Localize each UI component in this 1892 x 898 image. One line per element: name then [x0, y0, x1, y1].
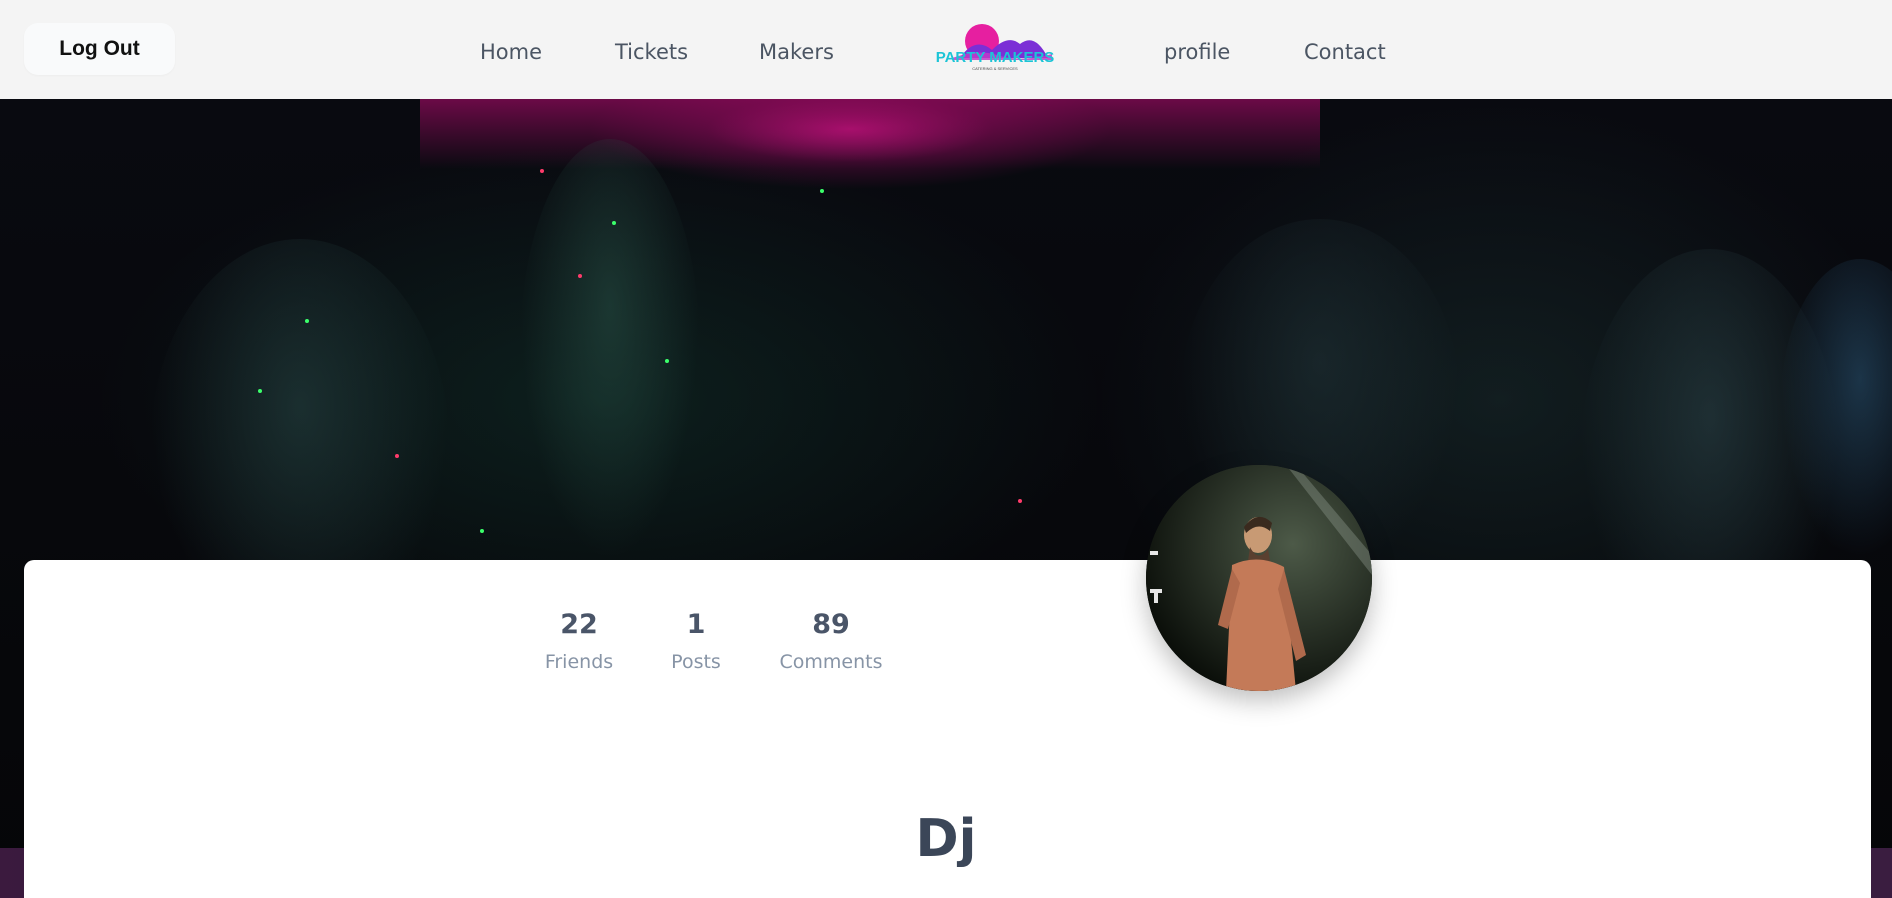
laser-dot — [612, 221, 616, 225]
laser-dot — [395, 454, 399, 458]
profile-avatar[interactable] — [1146, 465, 1372, 691]
laser-dot — [258, 389, 262, 393]
nav-link-tickets[interactable]: Tickets — [615, 38, 688, 66]
nav-link-home[interactable]: Home — [480, 38, 542, 66]
stat-label: Comments — [779, 651, 883, 673]
laser-dot — [540, 169, 544, 173]
laser-dot — [305, 319, 309, 323]
stat-label: Friends — [544, 651, 614, 673]
stat-posts[interactable]: 1 Posts — [666, 608, 726, 674]
stage-light — [420, 99, 1320, 169]
stat-friends[interactable]: 22 Friends — [544, 608, 614, 674]
avatar-photo — [1146, 465, 1372, 691]
top-navbar: Log Out Home Tickets Makers PARTY MAKERS… — [0, 0, 1892, 99]
laser-dot — [665, 359, 669, 363]
logo-tagline: CATERING & SERVICES — [972, 66, 1018, 71]
party-makers-logo[interactable]: PARTY MAKERS CATERING & SERVICES — [920, 22, 1070, 74]
laser-dot — [1018, 499, 1022, 503]
laser-dot — [578, 274, 582, 278]
logo-graphic: PARTY MAKERS CATERING & SERVICES — [936, 24, 1055, 71]
profile-name: Dj — [915, 809, 977, 869]
nav-link-profile[interactable]: profile — [1164, 38, 1230, 66]
laser-dot — [820, 189, 824, 193]
nav-link-contact[interactable]: Contact — [1304, 38, 1386, 66]
logout-button[interactable]: Log Out — [24, 23, 175, 75]
logo-text: PARTY MAKERS — [936, 49, 1055, 66]
stat-value: 89 — [812, 609, 850, 640]
stat-value: 22 — [560, 609, 598, 640]
crowd-silhouette — [520, 139, 700, 559]
stat-label: Posts — [671, 651, 721, 673]
stat-value: 1 — [686, 609, 706, 640]
nav-link-makers[interactable]: Makers — [759, 38, 834, 66]
stat-comments[interactable]: 89 Comments — [776, 608, 886, 674]
laser-dot — [480, 529, 484, 533]
